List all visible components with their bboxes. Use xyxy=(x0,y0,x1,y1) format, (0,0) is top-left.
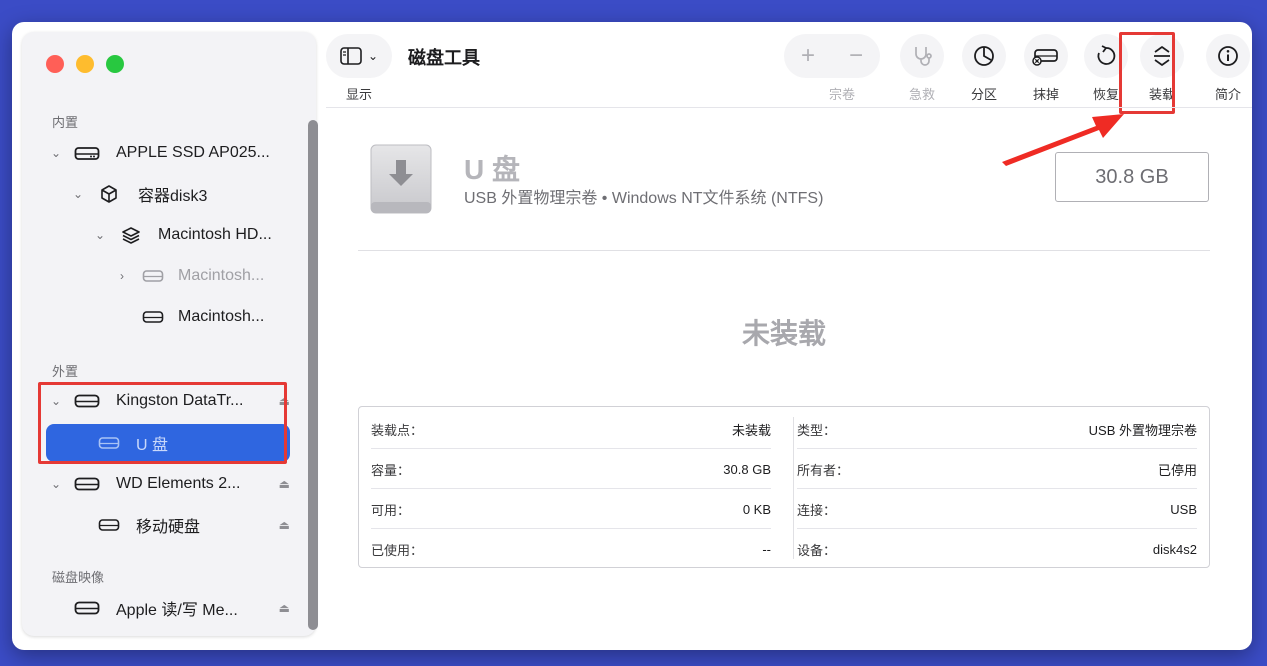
sidebar-item-macintosh-snapshot[interactable]: › Macintosh... xyxy=(46,257,292,295)
first-aid-label: 急救 xyxy=(908,87,935,102)
sidebar-item-label: WD Elements 2... xyxy=(116,475,241,492)
sidebar-item-label: APPLE SSD AP025... xyxy=(116,144,270,161)
restore-arrow-icon xyxy=(1097,45,1116,65)
sidebar-item-label: 移动硬盘 xyxy=(136,519,201,536)
sidebar: 内置 ⌄ APPLE SSD AP025... ⌄ 容器disk3 ⌄ Maci… xyxy=(22,32,318,636)
sidebar-item-mobile-disk[interactable]: 移动硬盘 ⏏ xyxy=(46,506,292,544)
view-button[interactable]: ⌄ xyxy=(326,34,392,78)
section-internal: 内置 xyxy=(52,115,79,130)
sidebar-item-macintosh-data[interactable]: Macintosh... xyxy=(46,298,292,336)
erase-label: 抹掉 xyxy=(1032,87,1059,102)
info-row: 类型： USB 外置物理宗卷 xyxy=(797,422,1197,438)
external-disk-icon xyxy=(74,474,100,494)
volume-controls: + − xyxy=(784,34,880,78)
sidebar-toggle-icon xyxy=(340,47,362,65)
section-disk-images: 磁盘映像 xyxy=(52,570,105,585)
sidebar-item-apple-ssd[interactable]: ⌄ APPLE SSD AP025... xyxy=(46,134,292,172)
chevron-down-icon: ⌄ xyxy=(367,49,379,63)
sidebar-item-wd-elements[interactable]: ⌄ WD Elements 2... ⏏ xyxy=(46,465,292,503)
sidebar-item-label: Macintosh... xyxy=(178,308,265,325)
zoom-window-button[interactable] xyxy=(106,55,124,73)
sidebar-item-label: Macintosh... xyxy=(178,267,265,284)
close-window-button[interactable] xyxy=(46,55,64,73)
volume-stack-icon xyxy=(118,225,144,245)
erase-button[interactable] xyxy=(1024,34,1068,78)
partition-button[interactable] xyxy=(962,34,1006,78)
partition-label: 分区 xyxy=(970,87,997,102)
sidebar-scrollbar[interactable] xyxy=(308,120,318,630)
sidebar-item-macintosh-hd[interactable]: ⌄ Macintosh HD... xyxy=(46,216,292,254)
chevron-down-icon[interactable]: ⌄ xyxy=(94,228,106,242)
volume-label: 宗卷 xyxy=(828,87,855,102)
chevron-down-icon[interactable]: ⌄ xyxy=(50,477,62,491)
info-row: 可用： 0 KB xyxy=(371,501,771,518)
sidebar-item-label: Macintosh HD... xyxy=(158,226,272,243)
content-divider xyxy=(358,250,1210,251)
remove-volume-button[interactable]: − xyxy=(832,42,880,70)
info-row: 设备： disk4s2 xyxy=(797,541,1197,558)
stethoscope-icon xyxy=(915,47,932,66)
internal-disk-icon xyxy=(140,307,166,327)
internal-disk-icon xyxy=(74,143,100,163)
chevron-right-icon[interactable]: › xyxy=(116,269,128,283)
annotation-highlight-box xyxy=(38,382,287,464)
info-row: 所有者： 已停用 xyxy=(797,462,1197,478)
info-table: 装载点： 未装载 容量： 30.8 GB 可用： 0 KB 已使用： -- 类型： USB… xyxy=(358,406,1210,568)
sidebar-item-apple-rw[interactable]: Apple 读/写 Me... ⏏ xyxy=(46,589,292,627)
sidebar-item-container[interactable]: ⌄ 容器disk3 xyxy=(46,175,292,213)
usb-disk-icon xyxy=(370,144,432,214)
view-label: 显示 xyxy=(346,87,373,102)
container-cube-icon xyxy=(96,184,122,204)
toolbar: ⌄ 显示 磁盘工具 + − 宗卷 急救 分区 抹掉 恢复 装载 简介 xyxy=(326,22,1252,107)
sidebar-item-label: 容器disk3 xyxy=(138,188,208,205)
eject-icon[interactable]: ⏏ xyxy=(279,477,290,491)
chevron-down-icon[interactable]: ⌄ xyxy=(50,146,62,160)
eject-icon[interactable]: ⏏ xyxy=(279,518,290,532)
info-icon xyxy=(1218,46,1238,66)
internal-disk-icon xyxy=(140,266,166,286)
mount-status: 未装载 xyxy=(741,318,826,349)
annotation-arrow xyxy=(1002,114,1124,166)
minimize-window-button[interactable] xyxy=(76,55,94,73)
info-button[interactable] xyxy=(1206,34,1250,78)
chevron-down-icon[interactable]: ⌄ xyxy=(72,187,84,201)
annotation-highlight-box xyxy=(1119,32,1175,114)
section-external: 外置 xyxy=(52,364,79,379)
info-column-divider xyxy=(793,417,794,559)
disk-subtitle: USB 外置物理宗卷 • Windows NT文件系统 (NTFS) xyxy=(464,190,824,207)
eject-icon[interactable]: ⏏ xyxy=(279,601,290,615)
disk-image-icon xyxy=(74,598,100,618)
sidebar-item-label: Apple 读/写 Me... xyxy=(116,602,238,619)
info-row: 装载点： 未装载 xyxy=(371,422,771,438)
info-label: 简介 xyxy=(1214,87,1241,102)
add-volume-button[interactable]: + xyxy=(784,42,832,70)
info-row: 容量： 30.8 GB xyxy=(371,461,771,478)
erase-disk-icon xyxy=(1032,49,1058,66)
disk-name: U 盘 xyxy=(464,154,521,185)
pie-chart-icon xyxy=(974,46,994,66)
info-row: 已使用： -- xyxy=(371,541,771,558)
info-row: 连接： USB xyxy=(797,501,1197,518)
first-aid-button[interactable] xyxy=(900,34,944,78)
app-title: 磁盘工具 xyxy=(408,48,480,68)
external-volume-icon xyxy=(96,515,122,535)
